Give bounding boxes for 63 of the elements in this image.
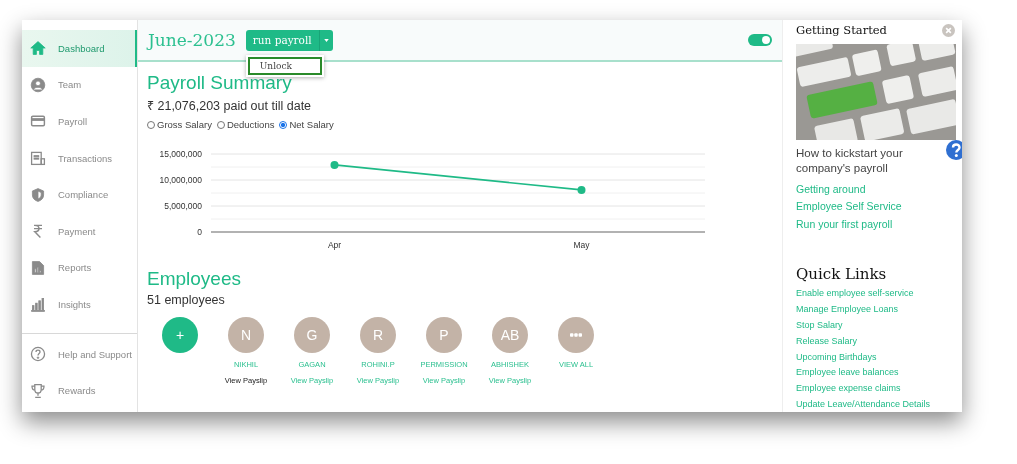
add-employee-button[interactable]: +: [162, 317, 198, 353]
quick-link[interactable]: Manage Employee Loans: [796, 302, 962, 318]
panel-text: How to kickstart your company's payroll: [796, 146, 904, 176]
guide-link[interactable]: Employee Self Service: [796, 198, 962, 216]
panel-title: Quick Links: [796, 265, 888, 284]
avatar: R: [360, 317, 396, 353]
report-icon: [30, 259, 46, 276]
quick-link[interactable]: Upcoming Birthdays: [796, 349, 962, 366]
panel-title: Getting Started: [796, 23, 887, 37]
month-title: June-2023: [148, 30, 236, 50]
employee-count: 51 employees: [147, 293, 226, 307]
sidebar-item[interactable]: Transactions: [22, 139, 137, 177]
axis-label: 15,000,000: [159, 149, 202, 159]
quick-link[interactable]: Update Leave/Attendance Details: [796, 396, 962, 412]
bars-icon: [30, 296, 46, 313]
person-icon: [30, 76, 46, 93]
quick-link[interactable]: Employee leave balances: [796, 365, 962, 382]
axis-label: 0: [197, 227, 202, 237]
more-button[interactable]: [558, 317, 594, 353]
total-paid: ₹ 21,076,203 paid out till date: [147, 98, 313, 114]
section-title: Employees: [147, 268, 242, 290]
quick-link[interactable]: Stop Salary: [796, 317, 962, 334]
section-title: Payroll Summary: [147, 72, 293, 94]
sidebar-item[interactable]: Team: [22, 66, 137, 104]
sidebar-item[interactable]: Help and Support: [22, 335, 137, 373]
sidebar-item[interactable]: Dashboard: [22, 30, 137, 67]
quick-link[interactable]: Employee expense claims: [796, 381, 962, 397]
axis-label: 10,000,000: [159, 175, 202, 185]
trophy-icon: [30, 382, 46, 399]
card-icon: [30, 113, 46, 130]
quick-link[interactable]: Release Salary: [796, 333, 962, 350]
avatar: G: [294, 317, 330, 353]
radio-option[interactable]: Net Salary: [279, 119, 334, 130]
sidebar-item[interactable]: Rewards: [22, 372, 137, 409]
toggle-switch[interactable]: [748, 34, 772, 46]
radio-option[interactable]: Gross Salary: [147, 119, 212, 130]
avatar: AB: [492, 317, 528, 353]
sidebar-item[interactable]: Payroll: [22, 103, 137, 140]
sidebar-item[interactable]: Reports: [22, 249, 137, 287]
sidebar-item[interactable]: Insights: [22, 286, 137, 323]
receipt-icon: [30, 150, 46, 167]
home-icon: [30, 40, 46, 57]
avatar: P: [426, 317, 462, 353]
help-icon[interactable]: [946, 140, 962, 160]
more-icon: [570, 333, 582, 337]
axis-label: Apr: [327, 240, 342, 250]
sidebar-item[interactable]: Payment: [22, 212, 137, 250]
run-payroll-button[interactable]: run payroll: [245, 29, 319, 51]
data-point: [330, 160, 339, 169]
axis-label: May: [573, 240, 590, 250]
shield-icon: [30, 186, 46, 203]
guide-link[interactable]: Run your first payroll: [796, 215, 962, 234]
close-icon[interactable]: [942, 23, 955, 37]
avatar: N: [228, 317, 264, 353]
caret-icon: [323, 38, 329, 42]
quick-link[interactable]: Enable employee self-service: [796, 286, 962, 303]
guide-link[interactable]: Getting around: [796, 180, 962, 199]
sidebar-item[interactable]: Compliance: [22, 176, 137, 213]
help-icon: [30, 346, 46, 363]
axis-label: 5,000,000: [164, 201, 202, 211]
data-point: [577, 185, 586, 194]
menu-item[interactable]: Unlock: [247, 56, 322, 75]
radio-option[interactable]: Deductions: [216, 119, 275, 130]
